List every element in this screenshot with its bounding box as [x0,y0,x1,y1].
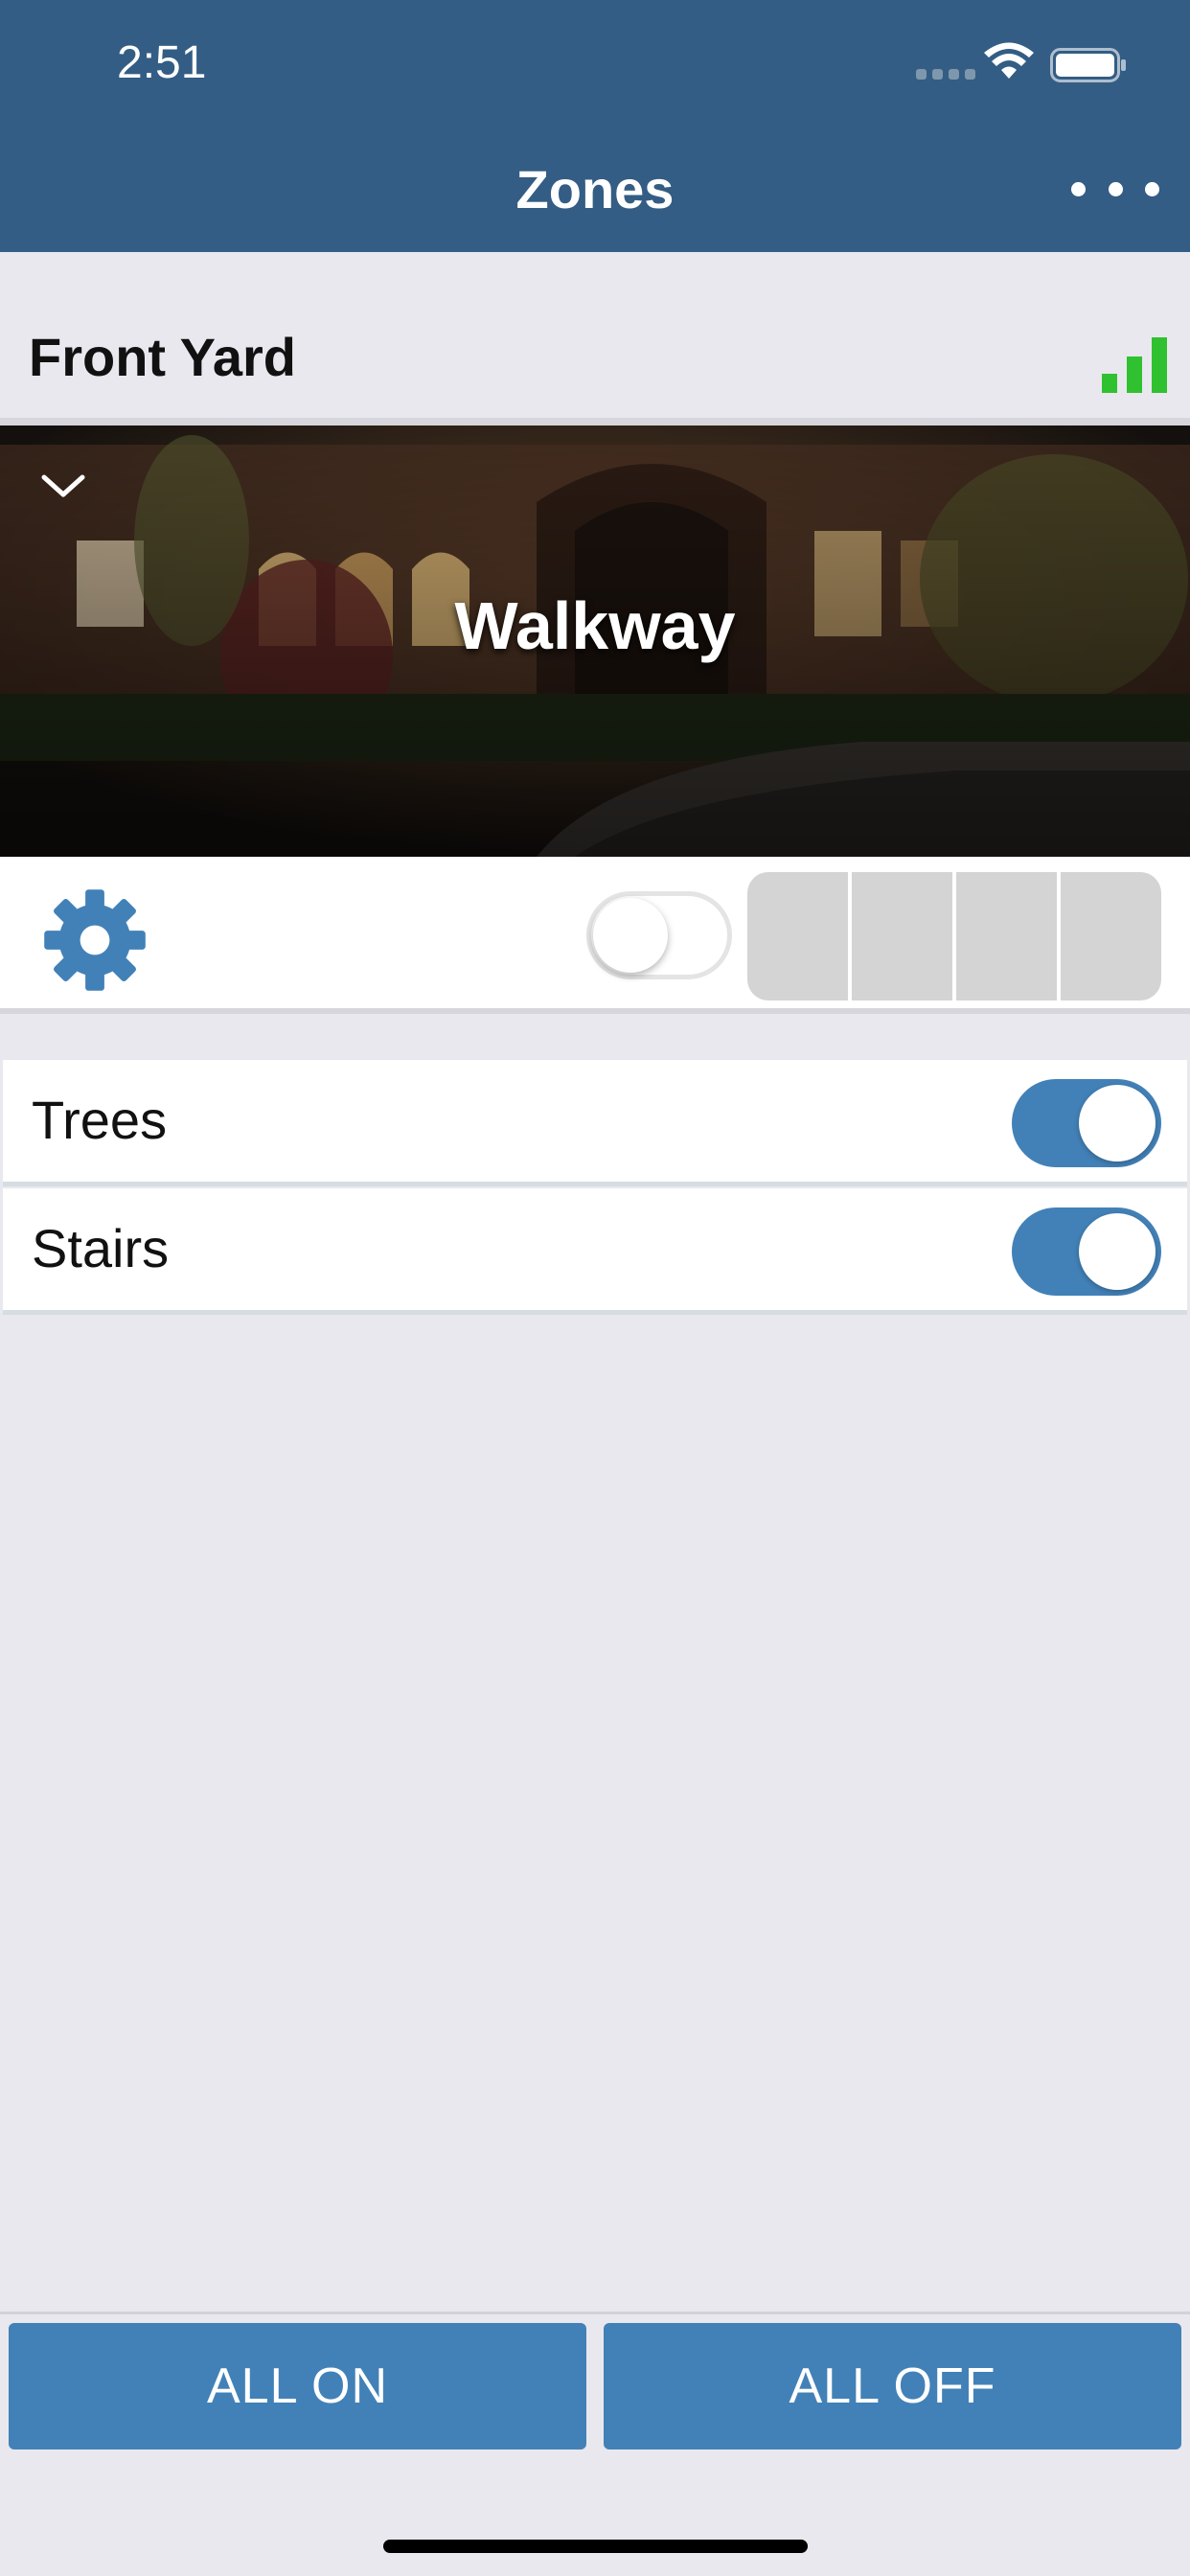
zone-controls [0,857,1190,1014]
more-dots-icon [1071,181,1086,196]
group-title: Front Yard [29,327,297,387]
toggle-knob [1079,1085,1156,1162]
zone-name: Walkway [454,588,736,663]
signal-bars-icon [1102,337,1167,393]
group-header: Front Yard [0,316,1190,418]
segment-1[interactable] [747,872,852,1000]
app-header: 2:51 Zones [0,0,1190,252]
more-options-button[interactable] [1071,172,1159,205]
light-item-stairs[interactable]: Stairs [3,1188,1187,1315]
segment-4[interactable] [1061,872,1161,1000]
home-indicator[interactable] [383,2540,808,2553]
all-off-button[interactable]: ALL OFF [604,2323,1181,2450]
light-toggle-stairs[interactable] [1012,1208,1161,1296]
status-time: 2:51 [117,37,207,88]
toggle-knob [1079,1213,1156,1290]
zone-power-toggle[interactable] [586,891,732,979]
zone-card-image[interactable]: Walkway [0,426,1190,857]
wifi-icon [984,42,1034,79]
page-title: Zones [515,159,675,219]
light-toggle-trees[interactable] [1012,1079,1161,1167]
light-item-trees[interactable]: Trees [3,1060,1187,1186]
gear-icon[interactable] [42,887,148,993]
light-label: Trees [32,1090,168,1150]
all-on-button[interactable]: ALL ON [9,2323,586,2450]
scene-segment-control[interactable] [747,872,1161,1000]
section-divider [0,418,1190,426]
footer-divider [0,2312,1190,2314]
toggle-knob [593,898,668,973]
battery-icon [1050,48,1126,82]
segment-2[interactable] [852,872,956,1000]
segment-3[interactable] [956,872,1061,1000]
cellular-signal-icon [916,69,975,80]
light-label: Stairs [32,1218,170,1278]
chevron-down-icon[interactable] [38,470,88,500]
